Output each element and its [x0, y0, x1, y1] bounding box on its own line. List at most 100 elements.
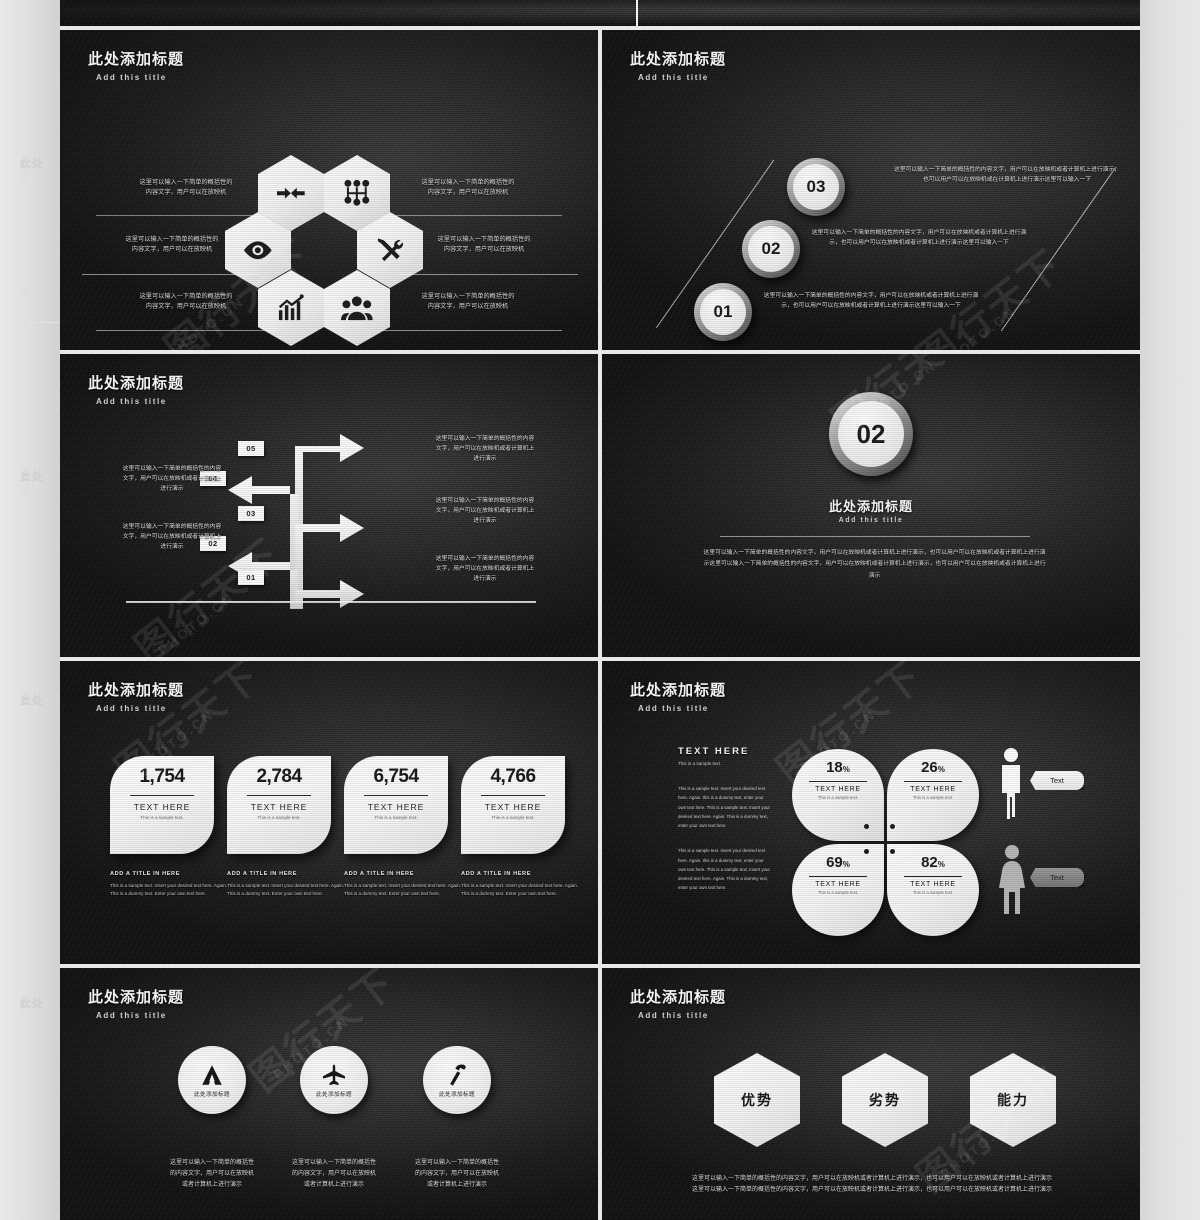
percent-petal[interactable]: 69% TEXT HERE This is a sample text.	[792, 844, 884, 936]
slide-deck: 此处添加标题 Add this title 图行天下 PHOTO.CN 这里可以…	[60, 0, 1140, 1220]
stat-label: TEXT HERE	[133, 802, 191, 812]
section-subtitle: Add this title	[838, 517, 904, 524]
hex-side-text-left-1: 这里可以输入一下简单的概括性的 内容文字，用户可以在放映机	[139, 179, 233, 197]
hex-side-rule-left-1	[96, 215, 276, 216]
slide-stat-cards[interactable]: 此处添加标题 Add this title 1,754 TEXT HERE Th…	[60, 661, 598, 964]
gutter-ghost-title-4: 此处	[20, 998, 44, 1010]
slide-header: 此处添加标题 Add this title	[88, 986, 184, 1020]
percent-value: 18%	[792, 759, 884, 776]
percent-label: TEXT HERE	[815, 881, 861, 888]
gutter-ghost-title-1: 此处	[20, 158, 44, 170]
page-title: 此处添加标题	[88, 989, 185, 1006]
flow-text-left-1: 这里可以输入一下简单的概括性的内容 文字，用户可以在放映机或者计算机上 进行演示	[122, 466, 222, 493]
percent-value: 26%	[887, 759, 979, 776]
percent-label: TEXT HERE	[910, 881, 956, 888]
hex-side-text-left-2: 这里可以输入一下简单的概括性的 内容文字，用户可以在放映机	[125, 236, 219, 254]
page-title: 此处添加标题	[630, 989, 727, 1006]
step-text-01: 这里可以输入一下简单的概括性的内容文字，用户可以在放映机或者计算机上进行演示，也…	[763, 293, 979, 310]
section-title: 此处添加标题	[828, 499, 913, 514]
vertical-accent-line	[636, 0, 638, 26]
stat-caption-title: ADD A TITLE IN HERE	[227, 871, 298, 877]
stat-caption: ADD A TITLE IN HERE This is a sample tex…	[344, 871, 462, 898]
gutter-ghost-title-3: 此处	[20, 695, 44, 707]
bar-chart-icon	[279, 294, 304, 320]
flow-number-01: 01	[238, 570, 264, 585]
swot-hex-weakness[interactable]: 劣势	[842, 1053, 928, 1147]
slide-swot-hexes[interactable]: 此处添加标题 Add this title 优势 劣势 能力 这里可以输入一下简…	[602, 968, 1140, 1220]
swot-hex-strength[interactable]: 优势	[714, 1053, 800, 1147]
page-subtitle: Add this title	[96, 704, 167, 713]
hex-side-rule-right-3	[382, 330, 562, 331]
percent-label: TEXT HERE	[910, 786, 956, 793]
slide-header: 此处添加标题 Add this title	[630, 679, 726, 713]
percent-number: 69	[826, 854, 843, 871]
icon-circle-tent[interactable]: 此处添加标题	[178, 1046, 246, 1114]
percent-unit: %	[937, 860, 945, 869]
slide-hexagon-cluster[interactable]: 此处添加标题 Add this title 图行天下 PHOTO.CN 这里可以…	[60, 30, 598, 350]
percent-number: 82	[921, 854, 938, 871]
icon-circle-hammer[interactable]: 此处添加标题	[423, 1046, 491, 1114]
stat-rule	[247, 795, 311, 796]
slide-arrow-flow[interactable]: 此处添加标题 Add this title 05 04 03 02 01 这里可…	[60, 354, 598, 657]
section-number: 02	[838, 401, 904, 467]
icon-circle-label: 此处添加标题	[316, 1092, 352, 1098]
gutter-divider-1	[28, 322, 60, 323]
swot-hex-capability[interactable]: 能力	[970, 1053, 1056, 1147]
stat-card[interactable]: 6,754 TEXT HERE This is a sample text.	[344, 756, 448, 854]
section-number-circle[interactable]: 02	[829, 392, 913, 476]
stat-value: 4,766	[490, 766, 536, 787]
decor-diagonal-line-right	[1000, 166, 1117, 332]
icon-caption: 这里可以输入一下简单的概括性 的内容文字，用户可以在放映机 或者计算机上进行演示	[414, 1160, 499, 1188]
step-circle-01[interactable]: 01	[694, 283, 752, 341]
percent-side-heading: TEXT HERE	[678, 746, 750, 757]
female-bubble[interactable]: Text	[1030, 868, 1084, 887]
step-circle-02[interactable]: 02	[742, 220, 800, 278]
percent-value: 82%	[887, 854, 979, 871]
stat-label: TEXT HERE	[367, 802, 425, 812]
center-dot	[890, 824, 895, 829]
stat-value: 1,754	[139, 766, 185, 787]
flow-text-right-1: 这里可以输入一下简单的概括性的内容 文字，用户可以在放映机或者计算机上 进行演示	[435, 436, 535, 463]
male-bubble[interactable]: Text	[1030, 771, 1084, 790]
stat-card[interactable]: 2,784 TEXT HERE This is a sample text.	[227, 756, 331, 854]
percent-petal[interactable]: 18% TEXT HERE This is a sample text.	[792, 749, 884, 841]
page-title: 此处添加标题	[88, 375, 185, 392]
center-dot	[864, 849, 869, 854]
percent-rule	[809, 876, 867, 877]
stat-card[interactable]: 1,754 TEXT HERE This is a sample text.	[110, 756, 214, 854]
page-subtitle: Add this title	[638, 73, 709, 82]
icon-caption: 这里可以输入一下简单的概括性 的内容文字，用户可以在放映机 或者计算机上进行演示	[169, 1160, 254, 1188]
page-title: 此处添加标题	[88, 682, 185, 699]
step-number-02: 02	[748, 226, 794, 272]
page-subtitle: Add this title	[638, 1011, 709, 1020]
stat-caption: ADD A TITLE IN HERE This is a sample tex…	[110, 871, 228, 898]
flow-number-03: 03	[238, 506, 264, 521]
flow-text-right-3: 这里可以输入一下简单的概括性的内容 文字，用户可以在放映机或者计算机上 进行演示	[435, 556, 535, 583]
stat-label: TEXT HERE	[250, 802, 308, 812]
flow-baseline-rule	[126, 601, 536, 603]
step-circle-03[interactable]: 03	[787, 158, 845, 216]
stat-value: 6,754	[373, 766, 419, 787]
percent-sub: This is a sample text.	[817, 795, 859, 800]
slide-section-divider[interactable]: 02 此处添加标题 Add this title 这里可以输入一下简单的概括性的…	[602, 354, 1140, 657]
percent-unit: %	[842, 765, 850, 774]
stat-card[interactable]: 4,766 TEXT HERE This is a sample text.	[461, 756, 565, 854]
hammer-wrench-icon	[378, 238, 404, 261]
arrows-converge-icon	[277, 187, 305, 199]
page-subtitle: Add this title	[96, 73, 167, 82]
percent-petal[interactable]: 82% TEXT HERE This is a sample text.	[887, 844, 979, 936]
stat-caption: ADD A TITLE IN HERE This is a sample tex…	[461, 871, 579, 898]
percent-number: 18	[826, 759, 843, 776]
percent-petal[interactable]: 26% TEXT HERE This is a sample text.	[887, 749, 979, 841]
hex-side-rule-left-3	[96, 330, 276, 331]
icon-circle-airplane[interactable]: 此处添加标题	[300, 1046, 368, 1114]
page-title: 此处添加标题	[88, 51, 185, 68]
page-title: 此处添加标题	[630, 682, 727, 699]
icon-circle-label: 此处添加标题	[439, 1092, 475, 1098]
flow-text-left-2: 这里可以输入一下简单的概括性的内容 文字，用户可以在放映机或者计算机上 进行演示	[122, 524, 222, 551]
slide-percent-petals[interactable]: 此处添加标题 Add this title TEXT HERE This is …	[602, 661, 1140, 964]
people-group-icon	[341, 296, 373, 320]
slide-numbered-steps[interactable]: 此处添加标题 Add this title 03 这里可以输入一下简单的概括性的…	[602, 30, 1140, 350]
slide-icon-circles[interactable]: 此处添加标题 Add this title 此处添加标题 这里可以输入一下简单的…	[60, 968, 598, 1220]
stat-caption-title: ADD A TITLE IN HERE	[110, 871, 181, 877]
